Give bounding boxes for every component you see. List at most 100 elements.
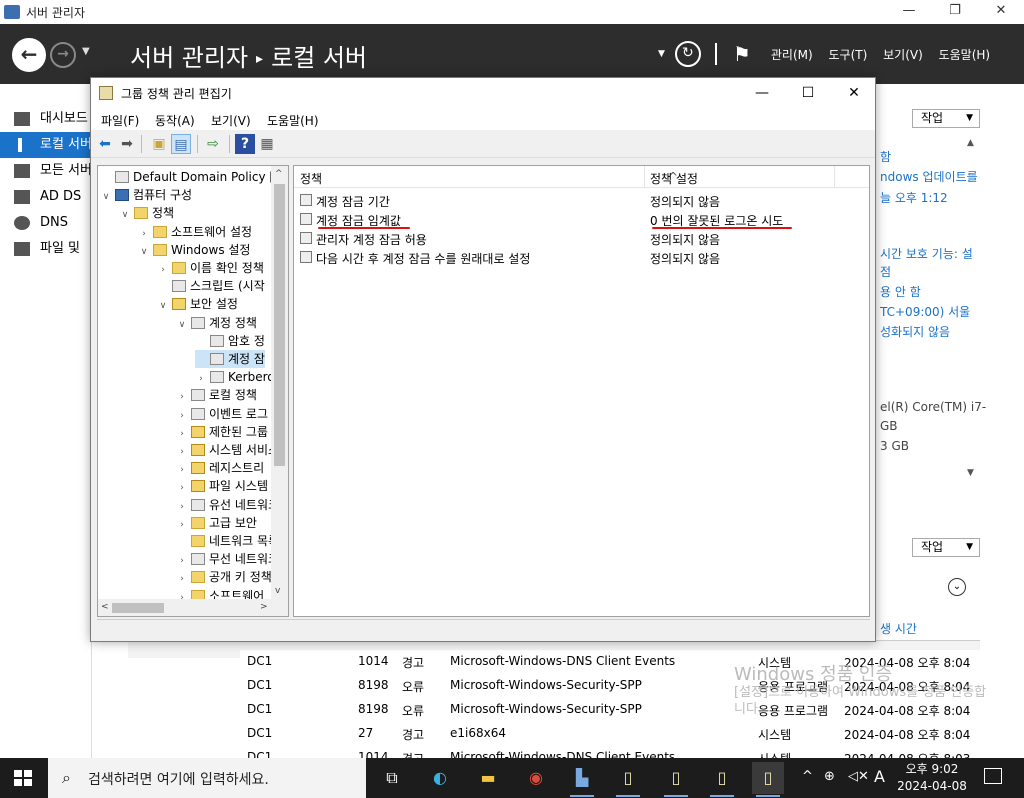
- properties-icon[interactable]: ▦: [257, 134, 277, 154]
- gpo-icon[interactable]: ▯: [706, 762, 738, 797]
- close-button[interactable]: ✕: [978, 0, 1024, 24]
- tree-node[interactable]: › 소프트웨어 설정: [138, 223, 252, 241]
- prop-value[interactable]: ndows 업데이트를: [880, 168, 978, 185]
- notification-center-icon[interactable]: [984, 768, 1002, 784]
- help-icon[interactable]: ?: [235, 134, 255, 154]
- tree-node[interactable]: ∨ Windows 설정: [138, 241, 251, 261]
- column-divider[interactable]: [834, 166, 835, 188]
- minimize-button[interactable]: —: [886, 0, 932, 24]
- tree-node[interactable]: ∨ 컴퓨터 구성: [100, 186, 192, 204]
- tree-node[interactable]: › 고급 보안: [176, 514, 257, 532]
- ime-indicator[interactable]: A: [874, 767, 885, 786]
- tree-node[interactable]: Default Domain Policy [DC: [100, 168, 288, 186]
- tree-node[interactable]: › 제한된 그룹: [176, 423, 268, 441]
- taskbar-clock[interactable]: 오후 9:02 2024-04-08: [894, 761, 970, 795]
- edge-icon[interactable]: ◐: [424, 762, 456, 794]
- column-header-policy[interactable]: 정책: [300, 170, 322, 187]
- file-explorer-icon[interactable]: ▬: [472, 762, 504, 794]
- menu-action[interactable]: 동작(A): [155, 112, 195, 129]
- chevron-down-icon[interactable]: ▼: [658, 49, 665, 59]
- task-view-icon[interactable]: ⧉: [376, 762, 408, 794]
- policy-row[interactable]: 계정 잠금 기간 정의되지 않음: [294, 191, 869, 210]
- menu-help[interactable]: 도움말(H): [939, 46, 991, 63]
- prop-value[interactable]: 함: [880, 148, 891, 165]
- prop-value[interactable]: TC+09:00) 서울: [880, 303, 970, 320]
- prop-value[interactable]: 성화되지 않음: [880, 323, 950, 340]
- tree-node[interactable]: › 레지스트리: [176, 459, 264, 477]
- tree-node[interactable]: › 이름 확인 정책: [157, 259, 264, 277]
- tree-node[interactable]: › 시스템 서비스: [176, 441, 279, 459]
- start-button[interactable]: [14, 770, 32, 786]
- tree-node[interactable]: › 공개 키 정책: [176, 568, 272, 586]
- sidebar-item-dashboard[interactable]: 대시보드: [0, 106, 92, 132]
- volume-muted-icon[interactable]: ◁✕: [848, 769, 869, 784]
- tree-node[interactable]: › 유선 네트워크: [176, 496, 279, 514]
- tree-node[interactable]: 암호 정: [195, 332, 265, 350]
- scrollbar-thumb[interactable]: [274, 184, 285, 466]
- notifications-flag-icon[interactable]: ⚑: [733, 42, 751, 66]
- tray-overflow-icon[interactable]: ^: [802, 769, 813, 784]
- collapse-chevron-icon[interactable]: ∨: [138, 243, 150, 261]
- collapse-chevron-icon[interactable]: ∨: [157, 297, 169, 315]
- prop-value[interactable]: 늘 오후 1:12: [880, 189, 948, 206]
- taskbar-search[interactable]: ⌕ 검색하려면 여기에 입력하세요.: [48, 758, 366, 798]
- menu-tools[interactable]: 도구(T): [829, 46, 868, 63]
- restore-button[interactable]: ❐: [932, 0, 978, 24]
- table-row[interactable]: DC1 1014 경고 Microsoft-Windows-DNS Client…: [240, 746, 980, 758]
- tree-node[interactable]: ∨ 정책: [119, 204, 174, 222]
- up-folder-icon[interactable]: ▣: [149, 134, 169, 154]
- tree-node[interactable]: › 파일 시스템: [176, 477, 268, 495]
- menu-view[interactable]: 보기(V): [883, 46, 923, 63]
- tree-node[interactable]: 스크립트 (시작: [157, 277, 265, 295]
- collapse-chevron-icon[interactable]: ∨: [176, 316, 188, 334]
- maximize-button[interactable]: ☐: [785, 81, 831, 105]
- tree-node[interactable]: › 무선 네트워크: [176, 550, 279, 568]
- sidebar-item-file-storage[interactable]: 파일 및: [0, 236, 92, 262]
- column-header-setting[interactable]: 정책 설정: [650, 170, 698, 187]
- menu-help[interactable]: 도움말(H): [267, 112, 319, 129]
- tree-node[interactable]: › Kerberos: [195, 368, 281, 386]
- table-row[interactable]: DC1 27 경고 e1i68x64 시스템 2024-04-08 오후 8:0…: [240, 722, 980, 746]
- history-dropdown-icon[interactable]: ▼: [82, 46, 90, 57]
- menu-manage[interactable]: 관리(M): [771, 46, 813, 63]
- minimize-button[interactable]: —: [739, 81, 785, 105]
- policy-row[interactable]: 관리자 계정 잠금 허용 정의되지 않음: [294, 229, 869, 248]
- forward-button[interactable]: →: [50, 42, 76, 68]
- prop-value[interactable]: 점: [880, 263, 891, 280]
- forward-arrow-icon[interactable]: ➡: [117, 134, 137, 154]
- tasks-dropdown-properties[interactable]: 작업 ▼: [912, 109, 980, 128]
- tree-node[interactable]: 네트워크 목록: [176, 532, 279, 550]
- scroll-up-icon[interactable]: ^: [275, 169, 283, 179]
- sidebar-item-all-servers[interactable]: 모든 서버: [0, 158, 92, 184]
- tree-node[interactable]: ∨ 보안 설정: [157, 295, 238, 313]
- properties-scrollbar[interactable]: ▲ ▼: [964, 138, 980, 482]
- close-button[interactable]: ✕: [831, 81, 877, 105]
- scroll-right-icon[interactable]: >: [260, 602, 268, 612]
- sidebar-item-ad-ds[interactable]: AD DS: [0, 184, 92, 210]
- gpo-icon[interactable]: ▯: [660, 762, 692, 797]
- tree-horizontal-scrollbar[interactable]: < >: [98, 599, 288, 616]
- scrollbar-thumb[interactable]: [112, 603, 164, 613]
- show-hide-tree-icon[interactable]: ▤: [171, 134, 191, 154]
- menu-view[interactable]: 보기(V): [211, 112, 251, 129]
- collapse-chevron-icon[interactable]: ∨: [100, 188, 112, 206]
- tree-node[interactable]: › 로컬 정책: [176, 386, 257, 404]
- scroll-down-icon[interactable]: ▼: [967, 468, 974, 478]
- refresh-icon[interactable]: ↻: [674, 41, 701, 67]
- server-manager-icon[interactable]: ▙: [566, 762, 598, 797]
- tasks-dropdown-events[interactable]: 작업 ▼: [912, 538, 980, 557]
- tree-node[interactable]: ∨ 계정 정책: [176, 314, 257, 332]
- gpo-icon[interactable]: ▯: [612, 762, 644, 797]
- policy-row[interactable]: 다음 시간 후 계정 잠금 수를 원래대로 설정 정의되지 않음: [294, 248, 869, 267]
- network-icon[interactable]: ⊕: [824, 769, 835, 784]
- sidebar-item-local-server[interactable]: 로컬 서버: [0, 132, 92, 158]
- export-list-icon[interactable]: ⇨: [203, 134, 223, 154]
- tree-node[interactable]: › 이벤트 로그: [176, 405, 268, 423]
- scroll-left-icon[interactable]: <: [101, 602, 109, 612]
- tree-node[interactable]: 계정 잠: [195, 350, 265, 368]
- scroll-up-icon[interactable]: ▲: [967, 138, 974, 148]
- column-divider[interactable]: [644, 166, 645, 188]
- events-time-header[interactable]: 생 시간: [880, 620, 917, 637]
- sidebar-item-dns[interactable]: DNS: [0, 210, 92, 236]
- menu-file[interactable]: 파일(F): [101, 112, 139, 129]
